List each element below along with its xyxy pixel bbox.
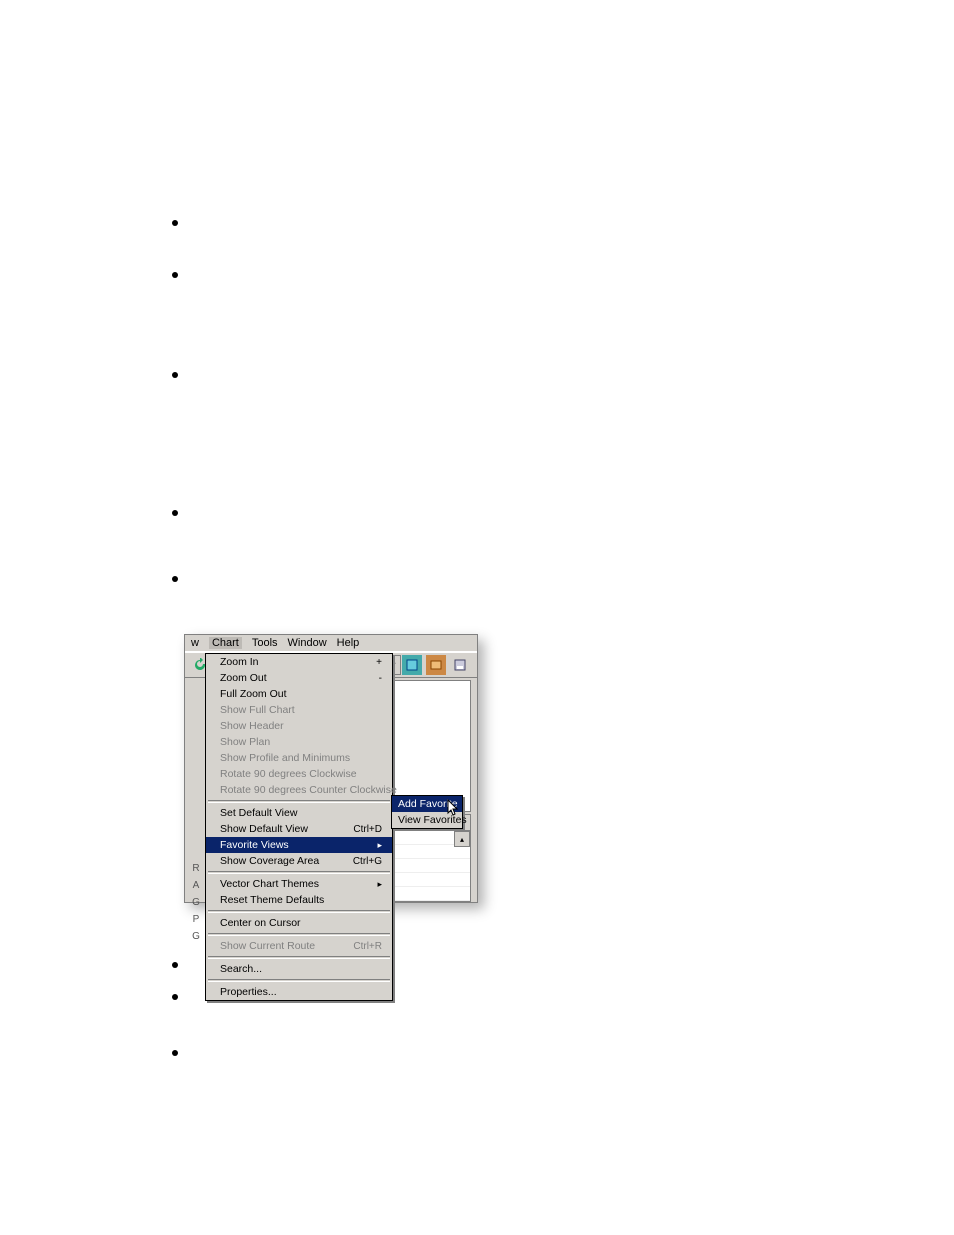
menu-shortcut: Ctrl+G [353,856,382,867]
menu-separator [208,871,390,874]
menu-item-label: Full Zoom Out [220,688,287,700]
left-strip-letter: R [192,863,199,874]
submenu-arrow-icon: ▸ [377,879,382,890]
doc-bullet [172,962,178,968]
menu-item-label: Zoom Out [220,672,267,684]
menu-item-label: Show Full Chart [220,704,295,716]
doc-bullet [172,272,178,278]
menu-item-label: Show Header [220,720,284,732]
menu-item-show-full-chart: Show Full Chart [206,702,392,718]
menu-item-label: Favorite Views [220,839,289,851]
menu-item-label: Search... [220,963,262,975]
menu-separator [208,979,390,982]
menu-separator [208,910,390,913]
menubar: w Chart Tools Window Help [185,635,477,652]
menu-item-show-profile-and-minimums: Show Profile and Minimums [206,750,392,766]
menu-separator [208,800,390,803]
menu-item-center-on-cursor[interactable]: Center on Cursor [206,915,392,931]
menu-item-label: Show Coverage Area [220,855,319,867]
left-strip-letter: A [193,880,200,891]
menu-item-reset-theme-defaults[interactable]: Reset Theme Defaults [206,892,392,908]
screenshot-container: wChartToolsWindowHelp te ▾ Zoom In+Zoom … [184,634,478,903]
menu-item-label: Vector Chart Themes [220,878,319,890]
menu-item-show-coverage-area[interactable]: Show Coverage Area Ctrl+G [206,853,392,869]
menu-item-rotate-90-degrees-counter-clockwise: Rotate 90 degrees Counter Clockwise [206,782,392,798]
menu-shortcut: Ctrl+D [353,824,382,835]
submenu-item-view-favorites[interactable]: View Favorites [392,812,462,828]
menu-item-search[interactable]: Search... [206,961,392,977]
doc-bullet [172,994,178,1000]
menu-item-vector-chart-themes[interactable]: Vector Chart Themes ▸ [206,876,392,892]
menubar-item-chart[interactable]: Chart [209,637,242,649]
menu-item-label: Properties... [220,986,277,998]
menu-item-show-current-route: Show Current Route Ctrl+R [206,938,392,954]
menu-item-show-header: Show Header [206,718,392,734]
menu-shortcut: - [379,673,382,684]
menu-separator [208,956,390,959]
menu-item-label: Show Current Route [220,940,315,952]
menu-item-label: Set Default View [220,807,297,819]
menu-item-label: Show Profile and Minimums [220,752,350,764]
submenu-item-add-favorite[interactable]: Add Favorite [392,796,462,812]
menu-item-label: Reset Theme Defaults [220,894,324,906]
submenu-arrow-icon: ▸ [377,840,382,851]
save-icon[interactable] [449,654,471,676]
doc-bullet [172,372,178,378]
menu-shortcut: + [376,657,382,668]
doc-bullet [172,576,178,582]
menubar-item-window[interactable]: Window [288,637,327,649]
menu-item-zoom-out[interactable]: Zoom Out - [206,670,392,686]
menu-item-label: Zoom In [220,656,259,668]
menu-item-show-default-view[interactable]: Show Default View Ctrl+D [206,821,392,837]
menubar-item-help[interactable]: Help [337,637,360,649]
menu-item-favorite-views[interactable]: Favorite Views ▸ [206,837,392,853]
favorite-views-submenu: Add FavoriteView Favorites [391,795,463,829]
left-strip-letter: G [192,897,200,908]
doc-bullet [172,1050,178,1056]
menu-item-properties[interactable]: Properties... [206,984,392,1000]
menu-item-label: Rotate 90 degrees Clockwise [220,768,357,780]
menu-item-set-default-view[interactable]: Set Default View [206,805,392,821]
chart-menu: Zoom In + Zoom Out - Full Zoom Out Show Full … [205,653,393,1001]
menu-item-label: Center on Cursor [220,917,301,929]
app-window: wChartToolsWindowHelp te ▾ Zoom In+Zoom … [184,634,478,903]
doc-bullet [172,220,178,226]
menu-separator [208,933,390,936]
left-strip-letter: P [193,914,200,925]
menu-item-show-plan: Show Plan [206,734,392,750]
menu-item-full-zoom-out[interactable]: Full Zoom Out [206,686,392,702]
menubar-item-w[interactable]: w [191,637,199,649]
menubar-item-tools[interactable]: Tools [252,637,278,649]
doc-bullet [172,510,178,516]
menu-item-zoom-in[interactable]: Zoom In + [206,654,392,670]
map-icon[interactable] [401,654,423,676]
scroll-up-button[interactable]: ▴ [454,831,470,847]
left-strip-letter: G [192,931,200,942]
menu-item-label: Show Plan [220,736,270,748]
menu-item-label: Show Default View [220,823,308,835]
layers-icon[interactable] [425,654,447,676]
menu-item-label: Rotate 90 degrees Counter Clockwise [220,784,397,796]
left-strip: RAGPG [187,863,205,942]
menu-shortcut: Ctrl+R [353,941,382,952]
menu-item-rotate-90-degrees-clockwise: Rotate 90 degrees Clockwise [206,766,392,782]
